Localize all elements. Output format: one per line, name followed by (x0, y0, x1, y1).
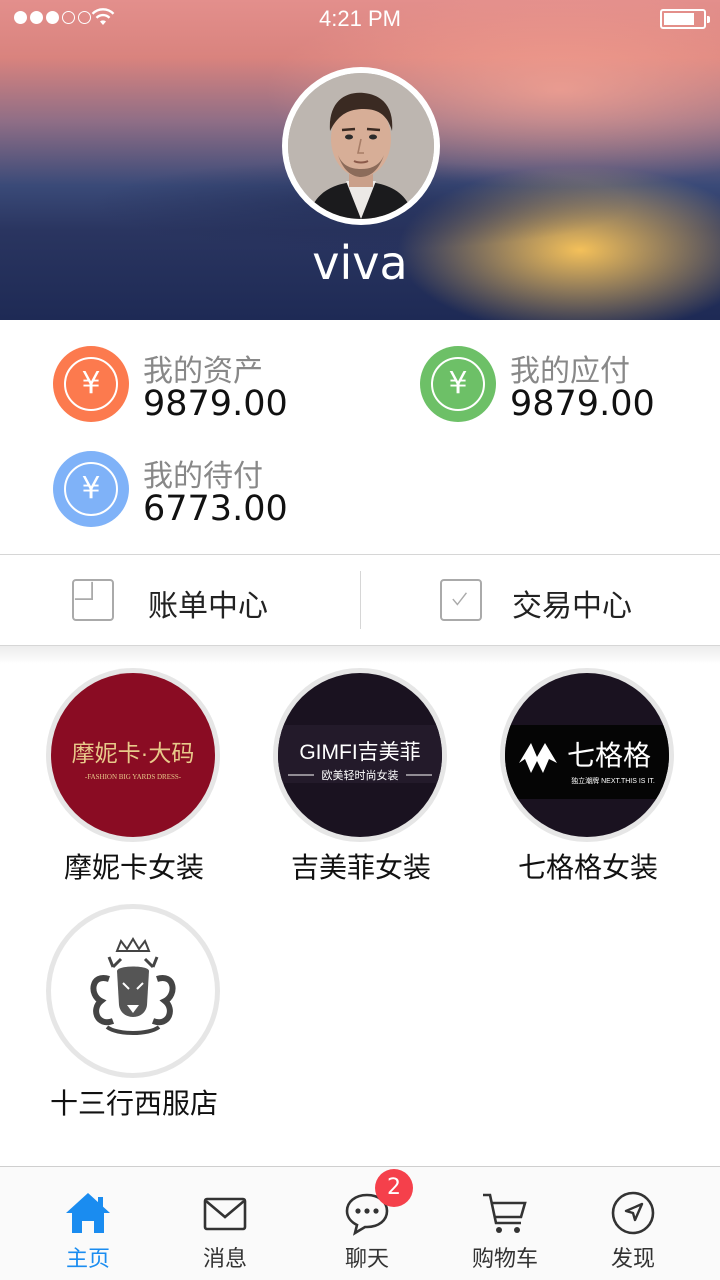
center-links: 账单中心 交易中心 (0, 554, 720, 646)
asset-my-pending[interactable]: ¥ 我的待付 6773.00 (53, 451, 353, 531)
shop-logo (46, 904, 220, 1078)
tab-label: 主页 (65, 1247, 110, 1272)
shop-logo: 摩妮卡·大码 -FASHION BIG YARDS DRESS- (46, 668, 220, 842)
tab-cart[interactable]: 购物车 (435, 1167, 575, 1280)
tab-label: 消息 (202, 1247, 247, 1272)
mail-icon (203, 1197, 247, 1231)
shop-logo-text: 七格格 (567, 740, 651, 771)
unread-badge: 2 (375, 1169, 413, 1207)
person-avatar-icon (288, 73, 434, 219)
bottom-tab-bar: 主页 消息 聊天 2 购物车 发现 (0, 1166, 720, 1280)
trade-center-button[interactable]: 交易中心 (360, 555, 720, 645)
compass-icon (611, 1191, 655, 1235)
deer-crest-icon (90, 937, 176, 1035)
yuan-icon: ¥ (53, 346, 129, 422)
tab-home[interactable]: 主页 (18, 1167, 158, 1280)
bill-center-button[interactable]: 账单中心 (0, 555, 360, 645)
shop-name: 十三行西服店 (49, 1087, 218, 1120)
shop-item-qigege[interactable]: 七格格 独立潮牌 NEXT.THIS IS IT. 七格格女装 (498, 668, 678, 888)
shop-logo-subtext: -FASHION BIG YARDS DRESS- (85, 773, 182, 781)
username: viva (312, 236, 408, 290)
yuan-icon: ¥ (420, 346, 496, 422)
shop-logo-text: GIMFI吉美菲 (299, 741, 420, 764)
section-separator (0, 646, 720, 664)
battery-icon (660, 9, 710, 29)
shop-item-monika[interactable]: 摩妮卡·大码 -FASHION BIG YARDS DRESS- 摩妮卡女装 (44, 668, 224, 888)
asset-value: 9879.00 (510, 384, 655, 424)
bill-center-label: 账单中心 (148, 589, 268, 624)
asset-my-assets[interactable]: ¥ 我的资产 9879.00 (53, 346, 353, 426)
status-bar: 4:21 PM (0, 0, 720, 38)
shop-logo: GIMFI吉美菲 欧美轻时尚女装 (273, 668, 447, 842)
shop-name: 吉美菲女装 (290, 851, 431, 884)
trade-center-label: 交易中心 (512, 589, 632, 624)
status-time: 4:21 PM (319, 6, 401, 31)
home-icon (66, 1193, 110, 1233)
shop-logo-text: 摩妮卡·大码 (72, 740, 195, 766)
avatar[interactable] (282, 67, 440, 225)
tab-label: 购物车 (471, 1247, 538, 1272)
asset-value: 6773.00 (143, 489, 288, 529)
profile-header: 4:21 PM viva (0, 0, 720, 320)
shop-item-gimfi[interactable]: GIMFI吉美菲 欧美轻时尚女装 吉美菲女装 (271, 668, 451, 888)
yuan-icon: ¥ (53, 451, 129, 527)
tab-chat[interactable]: 聊天 2 (297, 1167, 437, 1280)
tab-messages[interactable]: 消息 (155, 1167, 295, 1280)
tab-label: 发现 (610, 1247, 655, 1272)
shop-logo-subtext: 独立潮牌 NEXT.THIS IS IT. (571, 776, 655, 785)
cart-icon (483, 1193, 527, 1233)
shop-logo-subtext: 欧美轻时尚女装 (322, 768, 399, 782)
shop-item-shisanhang[interactable]: 十三行西服店 (44, 904, 224, 1124)
tab-label: 聊天 (344, 1247, 389, 1272)
checkbox-icon (440, 579, 482, 621)
asset-value: 9879.00 (143, 384, 288, 424)
tab-discover[interactable]: 发现 (563, 1167, 703, 1280)
bill-icon (72, 579, 114, 621)
shop-name: 七格格女装 (517, 851, 658, 884)
asset-my-payable[interactable]: ¥ 我的应付 9879.00 (420, 346, 710, 426)
shop-name: 摩妮卡女装 (63, 851, 204, 884)
asset-summary: ¥ 我的资产 9879.00 ¥ 我的应付 9879.00 ¥ 我的待付 677… (0, 320, 720, 554)
shop-logo: 七格格 独立潮牌 NEXT.THIS IS IT. (500, 668, 674, 842)
